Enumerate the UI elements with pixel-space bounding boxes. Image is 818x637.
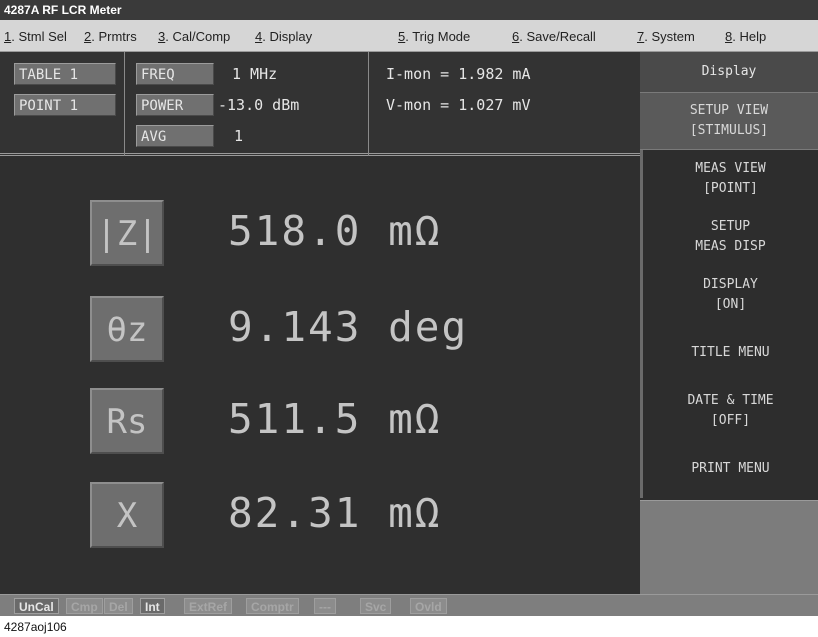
value-x: 82.31 mΩ <box>228 489 442 537</box>
softkey-title-menu[interactable]: TITLE MENU <box>640 324 818 382</box>
freq-value: 1 MHz <box>232 65 278 83</box>
menu-system[interactable]: 7. System <box>637 29 695 44</box>
avg-button[interactable]: AVG <box>136 125 214 147</box>
softkey-blank <box>640 500 818 594</box>
figure-caption: 4287aoj106 <box>4 620 67 634</box>
stimulus-panel: TABLE 1 POINT 1 FREQ 1 MHz POWER -13.0 d… <box>0 52 640 156</box>
power-button[interactable]: POWER <box>136 94 214 116</box>
menu-bar: 1. Stml Sel 2. Prmtrs 3. Cal/Comp 4. Dis… <box>0 20 818 52</box>
avg-value: 1 <box>234 127 244 145</box>
menu-save-recall[interactable]: 6. Save/Recall <box>512 29 596 44</box>
param-rs[interactable]: Rs <box>90 388 164 454</box>
divider <box>124 52 125 156</box>
softkey-date-time[interactable]: DATE & TIME [OFF] <box>640 382 818 440</box>
power-value: -13.0 dBm <box>218 96 300 114</box>
softkey-meas-view[interactable]: MEAS VIEW [POINT] <box>640 150 818 208</box>
softkey-panel: Display SETUP VIEW [STIMULUS] MEAS VIEW … <box>640 52 818 594</box>
window-title: 4287A RF LCR Meter <box>4 3 122 17</box>
voltage-monitor: V-mon = 1.027 mV <box>386 96 531 114</box>
softkey-title: Display <box>640 52 818 92</box>
status-int: Int <box>140 598 165 614</box>
value-z-magnitude: 518.0 mΩ <box>228 207 442 255</box>
param-z-magnitude[interactable]: |Z| <box>90 200 164 266</box>
menu-display[interactable]: 4. Display <box>255 29 312 44</box>
menu-stml-sel[interactable]: 1. Stml Sel <box>4 29 67 44</box>
softkey-display[interactable]: DISPLAY [ON] <box>640 266 818 324</box>
status-ovld: Ovld <box>410 598 447 614</box>
value-theta-z: 9.143 deg <box>228 303 469 351</box>
divider <box>368 52 369 156</box>
status-blank: --- <box>314 598 336 614</box>
freq-button[interactable]: FREQ <box>136 63 214 85</box>
window-title-bar: 4287A RF LCR Meter <box>0 0 818 20</box>
softkey-print-menu[interactable]: PRINT MENU <box>640 440 818 498</box>
status-uncal: UnCal <box>14 598 59 614</box>
menu-prmtrs[interactable]: 2. Prmtrs <box>84 29 137 44</box>
menu-trig-mode[interactable]: 5. Trig Mode <box>398 29 470 44</box>
current-monitor: I-mon = 1.982 mA <box>386 65 531 83</box>
menu-cal-comp[interactable]: 3. Cal/Comp <box>158 29 230 44</box>
status-cmp: Cmp <box>66 598 103 614</box>
table-button[interactable]: TABLE 1 <box>14 63 116 85</box>
softkey-setup-meas-disp[interactable]: SETUP MEAS DISP <box>640 208 818 266</box>
value-rs: 511.5 mΩ <box>228 395 442 443</box>
instrument-screen: TABLE 1 POINT 1 FREQ 1 MHz POWER -13.0 d… <box>0 52 818 594</box>
param-x[interactable]: X <box>90 482 164 548</box>
status-svc: Svc <box>360 598 392 614</box>
param-theta-z[interactable]: θz <box>90 296 164 362</box>
point-button[interactable]: POINT 1 <box>14 94 116 116</box>
status-del: Del <box>104 598 133 614</box>
status-comptr: Comptr <box>246 598 299 614</box>
status-bar: UnCal Cmp Del Int ExtRef Comptr --- Svc … <box>0 594 818 616</box>
softkey-setup-view[interactable]: SETUP VIEW [STIMULUS] <box>640 92 818 150</box>
menu-help[interactable]: 8. Help <box>725 29 766 44</box>
status-extref: ExtRef <box>184 598 233 614</box>
